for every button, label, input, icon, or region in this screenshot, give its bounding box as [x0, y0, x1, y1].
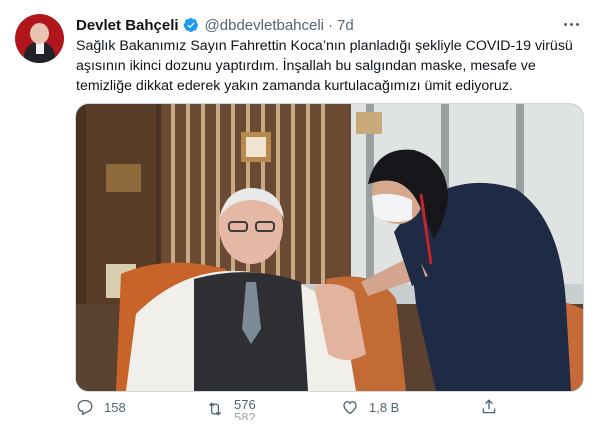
like-button[interactable]: 1,8 B	[341, 398, 399, 416]
tweet-actions: 158 576 582 1,8 B	[76, 398, 516, 420]
tweet[interactable]: Devlet Bahçeli @dbdevletbahceli · 7d Sağ…	[0, 0, 597, 427]
more-icon[interactable]	[561, 16, 581, 32]
retweet-count: 576 582	[234, 398, 256, 420]
tweet-text-line: temizliğe dikkat ederek yakın zamanda ku…	[76, 78, 513, 94]
author-handle[interactable]: @dbdevletbahceli	[205, 17, 324, 34]
reply-count: 158	[104, 399, 126, 415]
avatar[interactable]	[15, 14, 64, 63]
retweet-icon	[208, 402, 222, 416]
tweet-photo[interactable]	[75, 103, 584, 392]
share-button[interactable]	[480, 398, 498, 416]
more-dot	[563, 22, 567, 26]
retweet-count-next: 582	[234, 410, 256, 420]
author-name[interactable]: Devlet Bahçeli	[76, 17, 179, 34]
tweet-text: Sağlık Bakanımız Sayın Fahrettin Koca’nı…	[76, 36, 586, 96]
share-icon	[482, 399, 496, 414]
avatar-face	[30, 23, 49, 44]
verified-badge-icon	[183, 18, 198, 32]
reply-button[interactable]: 158	[76, 398, 126, 416]
tweet-text-line: Sağlık Bakanımız Sayın Fahrettin Koca’nı…	[76, 38, 573, 54]
retweet-button[interactable]: 576 582	[206, 398, 256, 420]
tweet-timestamp[interactable]: 7d	[337, 17, 354, 34]
reply-icon	[77, 399, 93, 416]
tweet-text-line: aşısının ikinci dozunu yaptırdım. İnşall…	[76, 58, 536, 74]
photo-scene	[76, 104, 583, 391]
more-dot	[575, 22, 579, 26]
tweet-header: Devlet Bahçeli @dbdevletbahceli · 7d	[76, 14, 354, 36]
like-icon	[343, 401, 357, 415]
like-count: 1,8 B	[369, 399, 400, 415]
separator-dot: ·	[328, 16, 334, 34]
more-dot	[569, 22, 573, 26]
